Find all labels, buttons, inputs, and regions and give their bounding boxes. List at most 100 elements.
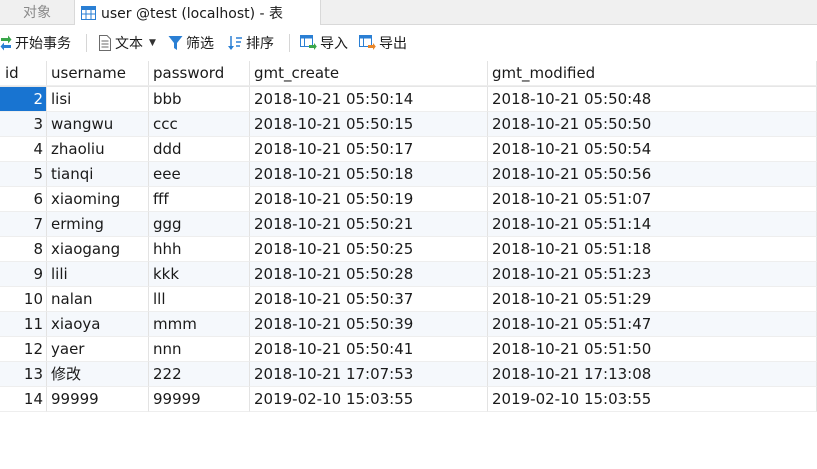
cell-gmt-create[interactable]: 2018-10-21 05:50:21 — [250, 212, 488, 237]
cell-gmt-modified[interactable]: 2018-10-21 05:51:50 — [488, 337, 817, 362]
cell-password[interactable]: ggg — [149, 212, 250, 237]
chevron-down-icon: ▼ — [149, 38, 156, 48]
cell-gmt-create[interactable]: 2018-10-21 05:50:41 — [250, 337, 488, 362]
cell-username[interactable]: zhaoliu — [47, 137, 149, 162]
cell-id[interactable]: 5 — [0, 162, 47, 187]
table-row[interactable]: 10 nalan lll 2018-10-21 05:50:37 2018-10-21 … — [0, 287, 817, 312]
cell-password[interactable]: kkk — [149, 262, 250, 287]
cell-gmt-create[interactable]: 2018-10-21 05:50:39 — [250, 312, 488, 337]
cell-id[interactable]: 2 — [0, 87, 47, 112]
column-header-id[interactable]: id — [0, 61, 47, 86]
cell-id[interactable]: 7 — [0, 212, 47, 237]
cell-password[interactable]: ccc — [149, 112, 250, 137]
column-header-gmt-create[interactable]: gmt_create — [250, 61, 488, 86]
grid-body: 2 lisi bbb 2018-10-21 05:50:14 2018-10-21 05… — [0, 87, 817, 412]
cell-id[interactable]: 11 — [0, 312, 47, 337]
cell-gmt-modified[interactable]: 2018-10-21 05:51:18 — [488, 237, 817, 262]
cell-password[interactable]: hhh — [149, 237, 250, 262]
tab-user-table[interactable]: user @test (localhost) - 表 — [75, 0, 321, 25]
cell-gmt-create[interactable]: 2018-10-21 05:50:18 — [250, 162, 488, 187]
cell-username[interactable]: tianqi — [47, 162, 149, 187]
document-icon — [98, 35, 112, 51]
cell-username[interactable]: xiaoming — [47, 187, 149, 212]
cell-gmt-create[interactable]: 2018-10-21 17:07:53 — [250, 362, 488, 387]
cell-password[interactable]: nnn — [149, 337, 250, 362]
cell-gmt-modified[interactable]: 2019-02-10 15:03:55 — [488, 387, 817, 412]
cell-gmt-create[interactable]: 2018-10-21 05:50:25 — [250, 237, 488, 262]
table-row[interactable]: 6 xiaoming fff 2018-10-21 05:50:19 2018-10-2… — [0, 187, 817, 212]
export-icon — [359, 35, 376, 51]
export-button[interactable]: 导出 — [359, 25, 407, 61]
cell-username[interactable]: wangwu — [47, 112, 149, 137]
table-row[interactable]: 12 yaer nnn 2018-10-21 05:50:41 2018-10-21 0… — [0, 337, 817, 362]
text-menu-button[interactable]: 文本 ▼ — [98, 25, 156, 61]
cell-gmt-modified[interactable]: 2018-10-21 17:13:08 — [488, 362, 817, 387]
cell-username[interactable]: xiaoya — [47, 312, 149, 337]
cell-password[interactable]: fff — [149, 187, 250, 212]
cell-password[interactable]: ddd — [149, 137, 250, 162]
cell-id[interactable]: 9 — [0, 262, 47, 287]
cell-password[interactable]: eee — [149, 162, 250, 187]
cell-id[interactable]: 4 — [0, 137, 47, 162]
cell-id[interactable]: 3 — [0, 112, 47, 137]
import-button[interactable]: 导入 — [300, 25, 348, 61]
cell-username[interactable]: yaer — [47, 337, 149, 362]
cell-gmt-modified[interactable]: 2018-10-21 05:50:48 — [488, 87, 817, 112]
data-grid: id username password gmt_create gmt_modi… — [0, 61, 817, 412]
cell-gmt-modified[interactable]: 2018-10-21 05:51:23 — [488, 262, 817, 287]
column-header-username[interactable]: username — [47, 61, 149, 86]
cell-id[interactable]: 13 — [0, 362, 47, 387]
cell-username[interactable]: lisi — [47, 87, 149, 112]
cell-username[interactable]: erming — [47, 212, 149, 237]
cell-username[interactable]: xiaogang — [47, 237, 149, 262]
column-header-password[interactable]: password — [149, 61, 250, 86]
cell-password[interactable]: lll — [149, 287, 250, 312]
cell-id[interactable]: 6 — [0, 187, 47, 212]
cell-password[interactable]: mmm — [149, 312, 250, 337]
cell-id[interactable]: 12 — [0, 337, 47, 362]
import-icon — [300, 35, 317, 51]
column-header-gmt-modified[interactable]: gmt_modified — [488, 61, 817, 86]
filter-button[interactable]: 筛选 — [168, 25, 214, 61]
cell-gmt-modified[interactable]: 2018-10-21 05:51:29 — [488, 287, 817, 312]
cell-gmt-modified[interactable]: 2018-10-21 05:50:50 — [488, 112, 817, 137]
table-row[interactable]: 4 zhaoliu ddd 2018-10-21 05:50:17 2018-10-21… — [0, 137, 817, 162]
table-row[interactable]: 7 erming ggg 2018-10-21 05:50:21 2018-10-21 … — [0, 212, 817, 237]
cell-password[interactable]: 99999 — [149, 387, 250, 412]
table-row[interactable]: 13 修改 222 2018-10-21 17:07:53 2018-10-21 17:… — [0, 362, 817, 387]
table-row[interactable]: 3 wangwu ccc 2018-10-21 05:50:15 2018-10-21 … — [0, 112, 817, 137]
cell-gmt-modified[interactable]: 2018-10-21 05:51:07 — [488, 187, 817, 212]
cell-gmt-modified[interactable]: 2018-10-21 05:50:54 — [488, 137, 817, 162]
cell-username[interactable]: lili — [47, 262, 149, 287]
table-row[interactable]: 8 xiaogang hhh 2018-10-21 05:50:25 2018-10-2… — [0, 237, 817, 262]
cell-gmt-create[interactable]: 2018-10-21 05:50:28 — [250, 262, 488, 287]
table-row[interactable]: 9 lili kkk 2018-10-21 05:50:28 2018-10-21 05… — [0, 262, 817, 287]
cell-username[interactable]: nalan — [47, 287, 149, 312]
toolbar: 开始事务 文本 ▼ 筛选 排序 导入 导出 — [0, 25, 817, 62]
cell-username[interactable]: 修改 — [47, 362, 149, 387]
cell-gmt-create[interactable]: 2018-10-21 05:50:37 — [250, 287, 488, 312]
table-row[interactable]: 14 99999 99999 2019-02-10 15:03:55 2019-02-1… — [0, 387, 817, 412]
tab-objects[interactable]: 对象 — [0, 0, 75, 24]
sort-label: 排序 — [246, 36, 274, 52]
cell-gmt-modified[interactable]: 2018-10-21 05:51:47 — [488, 312, 817, 337]
sort-button[interactable]: 排序 — [228, 25, 274, 61]
cell-gmt-create[interactable]: 2018-10-21 05:50:19 — [250, 187, 488, 212]
cell-gmt-modified[interactable]: 2018-10-21 05:50:56 — [488, 162, 817, 187]
cell-id[interactable]: 8 — [0, 237, 47, 262]
cell-gmt-create[interactable]: 2018-10-21 05:50:17 — [250, 137, 488, 162]
cell-gmt-modified[interactable]: 2018-10-21 05:51:14 — [488, 212, 817, 237]
tab-bar: 对象 user @test (localhost) - 表 — [0, 0, 817, 25]
table-row[interactable]: 11 xiaoya mmm 2018-10-21 05:50:39 2018-10-21… — [0, 312, 817, 337]
cell-username[interactable]: 99999 — [47, 387, 149, 412]
table-row[interactable]: 2 lisi bbb 2018-10-21 05:50:14 2018-10-21 05… — [0, 87, 817, 112]
cell-id[interactable]: 14 — [0, 387, 47, 412]
cell-password[interactable]: 222 — [149, 362, 250, 387]
cell-id[interactable]: 10 — [0, 287, 47, 312]
begin-transaction-button[interactable]: 开始事务 — [0, 25, 71, 61]
cell-password[interactable]: bbb — [149, 87, 250, 112]
cell-gmt-create[interactable]: 2018-10-21 05:50:15 — [250, 112, 488, 137]
cell-gmt-create[interactable]: 2019-02-10 15:03:55 — [250, 387, 488, 412]
cell-gmt-create[interactable]: 2018-10-21 05:50:14 — [250, 87, 488, 112]
table-row[interactable]: 5 tianqi eee 2018-10-21 05:50:18 2018-10-21 … — [0, 162, 817, 187]
